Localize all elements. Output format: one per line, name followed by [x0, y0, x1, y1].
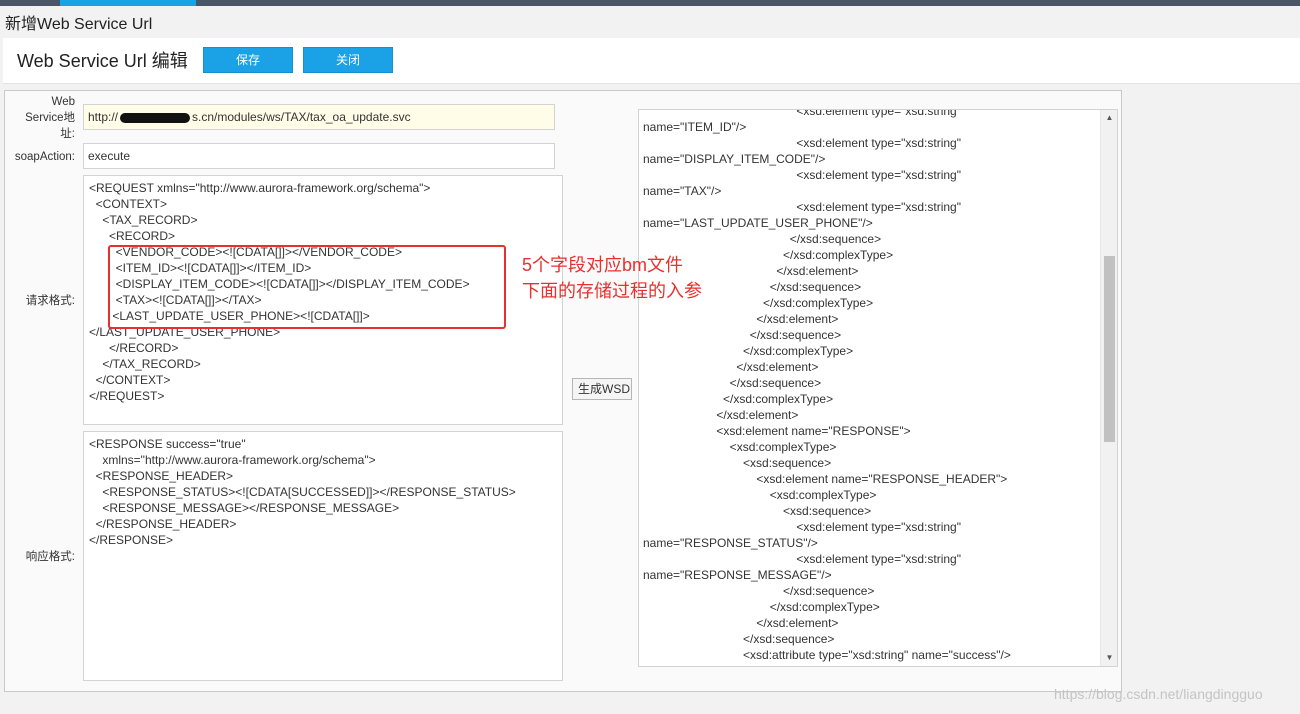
close-button[interactable]: 关闭 [303, 47, 393, 73]
response-xml: <RESPONSE success="true" xmlns="http://w… [89, 437, 516, 547]
annotation-highlight-box [108, 245, 506, 329]
wsdl-scrollbar[interactable]: ▲ ▼ [1100, 110, 1117, 666]
window-title: 新增Web Service Url [5, 16, 153, 33]
redaction-mark [120, 112, 191, 123]
response-format-textarea[interactable]: <RESPONSE success="true" xmlns="http://w… [83, 431, 563, 681]
scroll-up-arrow-icon[interactable]: ▲ [1101, 110, 1117, 126]
scroll-down-arrow-icon[interactable]: ▼ [1101, 650, 1117, 666]
page-header: Web Service Url 编辑 保存 关闭 [3, 38, 1300, 84]
save-button[interactable]: 保存 [203, 47, 293, 73]
url-label: Web Service地址: [25, 96, 75, 140]
page-title: Web Service Url 编辑 [17, 51, 188, 71]
url-field[interactable]: http:// s.cn/modules/ws/TAX/tax_oa_update… [83, 104, 555, 130]
url-prefix: http:// [88, 110, 119, 124]
wsdl-xml: <xsd:element type="xsd:string" name="ITE… [643, 109, 1011, 666]
generate-wsdl-button[interactable]: 生成WSDL [572, 378, 632, 400]
annotation-text: 5个字段对应bm文件 下面的存储过程的入参 [522, 255, 702, 301]
active-tab-indicator [60, 0, 196, 6]
wsdl-textarea[interactable]: <xsd:element type="xsd:string" name="ITE… [638, 109, 1118, 667]
scrollbar-thumb[interactable] [1104, 256, 1115, 442]
soap-action-field[interactable]: execute [83, 143, 555, 169]
soap-action-label: soapAction: [14, 151, 75, 163]
request-format-label: 请求格式: [25, 295, 75, 307]
watermark: https://blog.csdn.net/liangdingguo [1054, 686, 1263, 702]
url-suffix: s.cn/modules/ws/TAX/tax_oa_update.svc [192, 110, 411, 124]
response-format-label: 响应格式: [25, 551, 75, 563]
